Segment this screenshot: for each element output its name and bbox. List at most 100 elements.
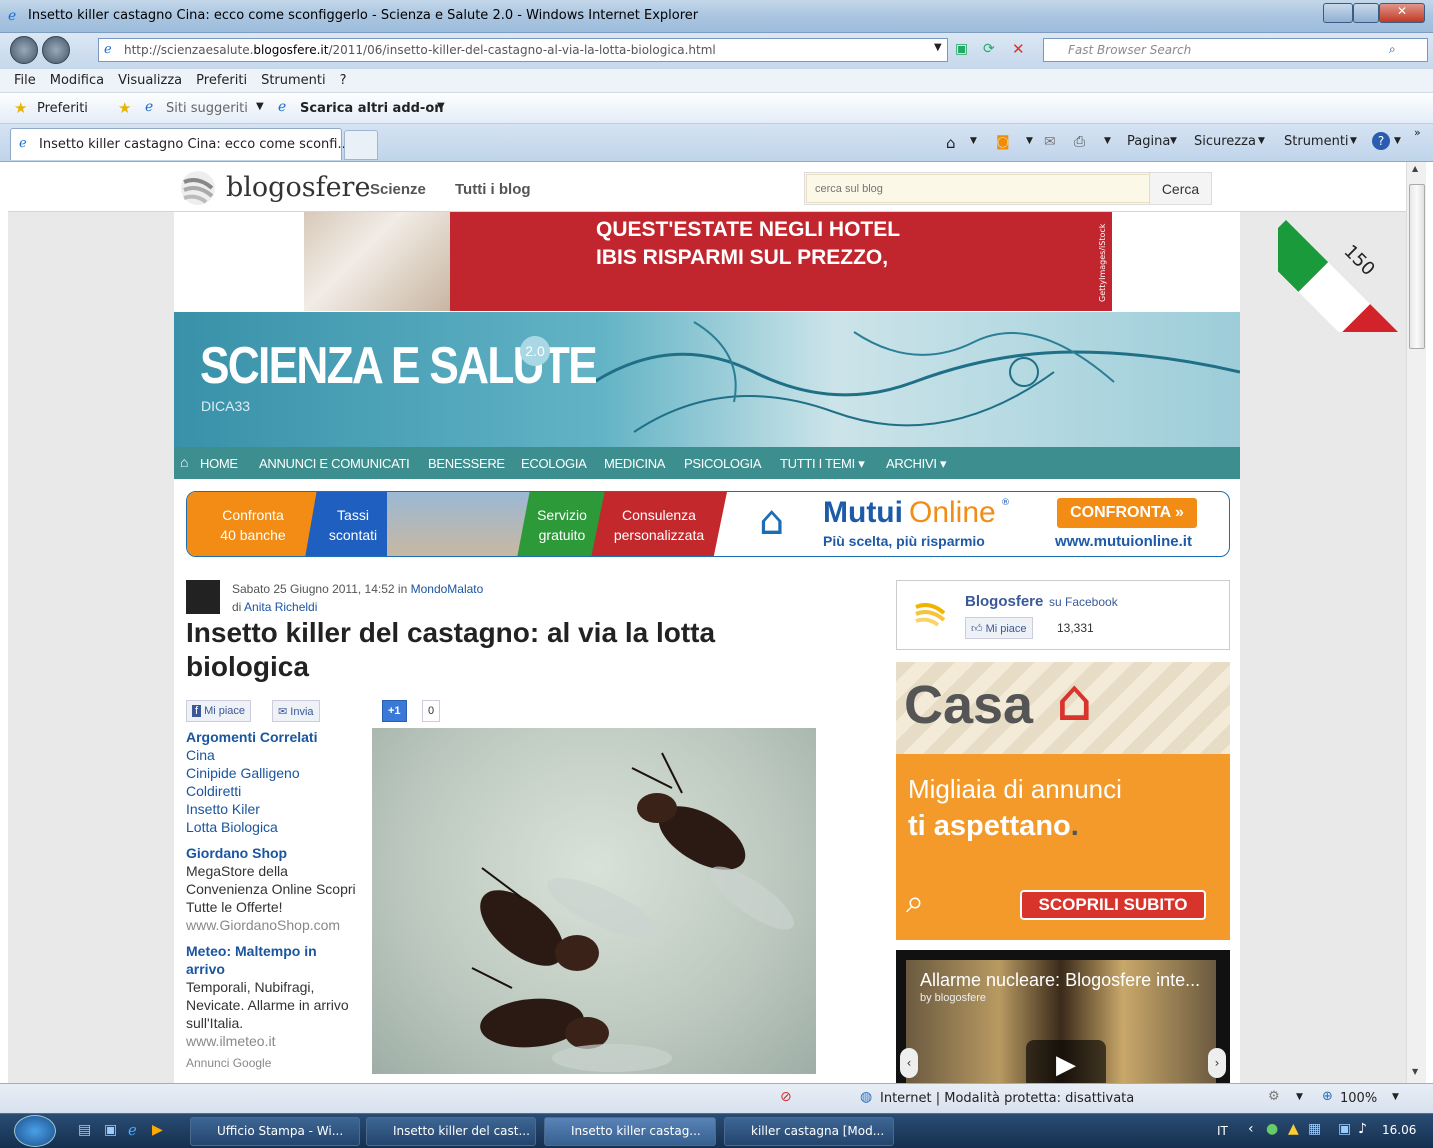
clock[interactable]: 16.06 [1382,1123,1416,1137]
show-desktop-icon[interactable]: ▤ [78,1122,91,1138]
article-category-link[interactable]: MondoMalato [411,582,484,596]
scroll-down-icon[interactable]: ▼ [1412,1067,1418,1076]
nav-psicologia[interactable]: PSICOLOGIA [684,456,762,471]
related-link[interactable]: Lotta Biologica [186,818,356,836]
menu-help[interactable]: ? [340,73,347,88]
mail-icon[interactable]: ✉ [1044,134,1056,150]
favorites-button[interactable]: Preferiti [37,101,88,116]
mutui-cta-button[interactable]: CONFRONTA » [1057,498,1197,528]
nav-tutti-i-temi[interactable]: TUTTI I TEMI ▾ [780,456,865,472]
taskbar-item-ie-1[interactable]: Insetto killer del cast... [366,1117,536,1146]
nav-annunci[interactable]: ANNUNCI E COMUNICATI [259,456,410,471]
vertical-scrollbar[interactable]: ▲ ▼ [1406,162,1426,1083]
blog-header[interactable]: SCIENZA E SALUTE 2.0 DICA33 [174,312,1240,447]
nav-medicina[interactable]: MEDICINA [604,456,665,471]
casa-ad-cta[interactable]: SCOPRILI SUBITO [1020,890,1206,920]
blogosfere-logo[interactable]: blogosfere [178,168,370,208]
language-indicator[interactable]: IT [1217,1124,1228,1138]
chevron-down-icon[interactable]: ▼ [1394,136,1401,146]
add-favorite-icon[interactable]: ★ [118,99,131,117]
page-menu[interactable]: Pagina [1127,134,1170,149]
volume-icon[interactable]: ♪ [1358,1121,1367,1137]
tray-security-icon[interactable]: ● [1266,1121,1278,1137]
privacy-icon[interactable]: ⊘ [780,1089,792,1105]
zoom-level[interactable]: 100% [1340,1091,1377,1106]
ad2-title[interactable]: Meteo: Maltempo in arrivo [186,942,356,978]
taskbar-item-word[interactable]: Ufficio Stampa - Wi... [190,1117,360,1146]
scrollbar-thumb[interactable] [1409,184,1425,349]
nav-home[interactable]: HOME [200,456,238,471]
refresh-icon[interactable]: ⟳ [983,41,995,57]
minimize-button[interactable] [1323,3,1353,23]
browser-search-input[interactable]: Fast Browser Search ⌕ [1043,38,1428,62]
search-icon[interactable]: ⌕ [1389,42,1396,57]
related-link[interactable]: Cina [186,746,356,764]
mutuionline-ad[interactable]: Confronta 40 banche Tassi scontati Servizi… [186,491,1230,557]
nav-scienze[interactable]: Scienze [370,181,426,198]
menu-view[interactable]: Visualizza [118,73,182,88]
nav-tutti-i-blog[interactable]: Tutti i blog [455,181,531,198]
prev-arrow-icon[interactable]: ‹ [900,1048,918,1078]
ad2-url[interactable]: www.ilmeteo.it [186,1032,356,1050]
tray-update-icon[interactable]: ▲ [1288,1121,1299,1137]
print-icon[interactable]: ⎙ [1074,134,1085,150]
chevron-down-icon[interactable]: ▼ [256,101,264,112]
protected-mode-icon[interactable]: ⚙ [1268,1089,1280,1104]
back-button[interactable] [10,36,38,64]
forward-button[interactable] [42,36,70,64]
chevron-down-icon[interactable]: ▼ [970,136,977,146]
article-author-link[interactable]: Anita Richeldi [244,600,317,614]
menu-edit[interactable]: Modifica [50,73,104,88]
google-ads-label[interactable]: Annunci Google [186,1054,356,1072]
compat-icon[interactable]: ▣ [955,41,968,57]
nav-archivi[interactable]: ARCHIVI ▾ [886,456,946,472]
overflow-chevron-icon[interactable]: » [1414,126,1421,139]
home-icon[interactable]: ⌂ [946,134,956,152]
fb-send-button[interactable]: ✉ Invia [272,700,320,722]
related-link[interactable]: Cinipide Galligeno [186,764,356,782]
fb-like-button[interactable]: f Mi piace [186,700,252,722]
switch-windows-icon[interactable]: ▣ [104,1122,117,1138]
taskbar-item-ie-2[interactable]: Insetto killer castag... [544,1117,716,1146]
menu-file[interactable]: File [14,73,36,88]
chevron-down-icon[interactable]: ▼ [437,101,445,112]
next-arrow-icon[interactable]: › [1208,1048,1226,1078]
suggested-sites-button[interactable]: Siti suggeriti [166,101,248,116]
blog-search-button[interactable]: Cerca [1149,173,1211,204]
scroll-up-icon[interactable]: ▲ [1412,164,1418,173]
media-quicklaunch-icon[interactable]: ▶ [152,1122,163,1138]
ad1-title[interactable]: Giordano Shop [186,844,356,862]
chevron-down-icon[interactable]: ▼ [1104,136,1111,146]
rss-icon[interactable]: ◙ [996,134,1010,150]
security-menu[interactable]: Sicurezza [1194,134,1256,149]
nav-benessere[interactable]: BENESSERE [428,456,505,471]
nav-ecologia[interactable]: ECOLOGIA [521,456,587,471]
fb-page-like-button[interactable]: 👍︎ Mi piace [965,617,1033,639]
home-icon[interactable]: ⌂ [180,454,188,470]
tab-active[interactable]: ℯ Insetto killer castagno Cina: ecco com… [10,128,350,160]
author-avatar[interactable] [186,580,220,614]
new-tab-button[interactable] [344,130,378,160]
mutui-url[interactable]: www.mutuionline.it [1055,533,1192,550]
chevron-down-icon[interactable]: ▼ [1296,1092,1303,1102]
stop-icon[interactable]: ✕ [1012,40,1025,58]
tray-expand-icon[interactable]: ‹ [1248,1121,1254,1137]
help-icon[interactable]: ? [1372,132,1390,150]
tray-app-icon[interactable]: ▦ [1308,1121,1321,1137]
ie-quicklaunch-icon[interactable]: ℯ [128,1121,137,1139]
taskbar-item-word-2[interactable]: killer castagna [Mod... [724,1117,894,1146]
maximize-button[interactable] [1353,3,1379,23]
google-plus-one-button[interactable]: +1 [382,700,407,722]
chevron-down-icon[interactable]: ▼ [1392,1092,1399,1102]
tools-menu[interactable]: Strumenti [1284,134,1349,149]
blog-search-input[interactable] [806,174,1151,203]
video-widget[interactable]: Allarme nucleare: Blogosfere inte... by … [896,950,1230,1083]
related-link[interactable]: Coldiretti [186,782,356,800]
close-button[interactable]: ✕ [1379,3,1425,23]
casa-ad[interactable]: Casa ⌂ Migliaia di annunci ti aspettano.… [896,662,1230,940]
network-icon[interactable]: ▣ [1338,1121,1351,1137]
hotel-ad-banner[interactable]: QUEST'ESTATE NEGLI HOTEL IBIS RISPARMI S… [304,212,1112,311]
menu-tools[interactable]: Strumenti [261,73,326,88]
addons-button[interactable]: Scarica altri add-on [300,101,444,116]
dropdown-arrow-icon[interactable]: ▼ [934,42,942,53]
